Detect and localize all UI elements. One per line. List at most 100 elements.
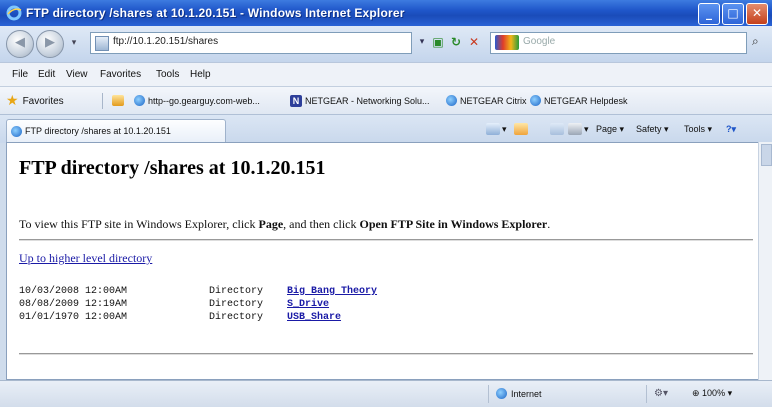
title-bar: FTP directory /shares at 10.1.20.151 - W… — [0, 0, 772, 26]
instruction-prefix: To view this FTP site in Windows Explore… — [19, 217, 259, 231]
help-icon[interactable]: ?▾ — [726, 124, 736, 135]
tools-menu[interactable]: Tools ▾ — [684, 124, 712, 135]
favorites-button[interactable]: ★ Favorites — [6, 92, 64, 110]
ie-page-icon — [530, 95, 541, 106]
add-favorite-icon[interactable] — [112, 95, 124, 106]
netgear-icon: N — [290, 95, 302, 107]
address-field[interactable]: ftp://10.1.20.151/shares — [90, 32, 412, 54]
scrollbar-thumb[interactable] — [761, 144, 772, 166]
entry-date: 08/08/2009 12:19AM — [19, 299, 128, 310]
menu-favorites[interactable]: Favorites — [100, 69, 141, 80]
favorite-link-label: NETGEAR - Networking Solu... — [305, 96, 430, 106]
home-dropdown[interactable]: ▾ — [502, 124, 507, 135]
ie-page-icon — [11, 126, 22, 137]
back-button[interactable]: ◀ — [6, 30, 34, 58]
list-item: 10/03/2008 12:00AM Directory Big Bang Theo… — [19, 285, 377, 298]
tab-row: FTP directory /shares at 10.1.20.151 ▾ ▾… — [0, 114, 772, 144]
search-icon[interactable]: ⌕ — [752, 34, 759, 49]
instruction-mid: , and then click — [283, 217, 360, 231]
security-zone[interactable]: Internet — [496, 388, 542, 399]
page-menu[interactable]: Page ▾ — [596, 124, 624, 135]
menu-help[interactable]: Help — [190, 69, 211, 80]
list-item: 08/08/2009 12:19AM Directory S_Drive — [19, 298, 377, 311]
zoom-level[interactable]: ⊕ 100% ▾ — [692, 388, 732, 399]
forward-button[interactable]: ▶ — [36, 30, 64, 58]
tab-title: FTP directory /shares at 10.1.20.151 — [25, 126, 171, 136]
menu-bar: File Edit View Favorites Tools Help — [0, 62, 772, 87]
minimize-icon: _ — [706, 6, 712, 20]
address-row: ◀ ▶ ▾ ftp://10.1.20.151/shares ▾ ▣ ↻ ✕ G… — [0, 26, 772, 62]
favorites-star-icon: ★ — [6, 93, 19, 109]
globe-icon — [496, 388, 507, 399]
favorites-bar: ★ Favorites http--go.gearguy.com-web... … — [0, 86, 772, 115]
favorite-link-netgear-helpdesk[interactable]: NETGEAR Helpdesk — [530, 95, 628, 106]
menu-edit[interactable]: Edit — [38, 69, 55, 80]
safety-menu[interactable]: Safety ▾ — [636, 124, 669, 135]
page-menu-label: Page — [596, 124, 618, 134]
refresh-icon[interactable]: ↻ — [448, 34, 464, 50]
maximize-button[interactable]: □ — [722, 3, 744, 25]
menu-view[interactable]: View — [66, 69, 88, 80]
window-title: FTP directory /shares at 10.1.20.151 - W… — [26, 6, 405, 20]
instruction-page: Page — [258, 217, 284, 231]
up-directory-link[interactable]: Up to higher level directory — [19, 251, 152, 266]
protected-mode-icon[interactable]: ⚙▾ — [654, 388, 668, 399]
entry-date: 01/01/1970 12:00AM — [19, 312, 128, 323]
safety-menu-label: Safety — [636, 124, 662, 134]
status-bar: Internet ⚙▾ ⊕ 100% ▾ — [0, 380, 772, 407]
instruction-suffix: . — [547, 217, 551, 231]
tools-menu-label: Tools — [684, 124, 706, 134]
vertical-scrollbar[interactable] — [758, 142, 772, 380]
stop-icon[interactable]: ✕ — [466, 34, 482, 50]
address-url: ftp://10.1.20.151/shares — [113, 36, 219, 47]
zoom-value: 100% — [702, 388, 726, 398]
page-title: FTP directory /shares at 10.1.20.151 — [19, 157, 326, 179]
page-icon — [95, 36, 109, 51]
instruction-open: Open FTP Site in Windows Explorer — [359, 217, 548, 231]
feeds-icon[interactable] — [514, 123, 528, 135]
search-placeholder: Google — [523, 36, 556, 47]
print-icon[interactable] — [568, 123, 582, 135]
entry-type: Directory — [209, 312, 264, 323]
favorite-link-label: NETGEAR Citrix — [460, 95, 527, 106]
minimize-button[interactable]: _ — [698, 3, 720, 25]
compatibility-icon[interactable]: ▣ — [430, 34, 446, 50]
google-logo-icon — [495, 35, 519, 50]
home-icon[interactable] — [486, 123, 500, 135]
ie-window: FTP directory /shares at 10.1.20.151 - W… — [0, 0, 772, 407]
entry-date: 10/03/2008 12:00AM — [19, 286, 128, 297]
divider — [19, 353, 753, 355]
search-field[interactable]: Google — [490, 32, 747, 54]
address-dropdown-button[interactable]: ▾ — [414, 34, 430, 50]
directory-listing: 10/03/2008 12:00AM Directory Big Bang Theo… — [19, 285, 377, 324]
favorite-link-netgear-citrix[interactable]: NETGEAR Citrix — [446, 95, 527, 106]
print-dropdown[interactable]: ▾ — [584, 124, 589, 135]
entry-type: Directory — [209, 286, 264, 297]
instruction-text: To view this FTP site in Windows Explore… — [19, 217, 550, 232]
read-mail-icon[interactable] — [550, 123, 564, 135]
entry-type: Directory — [209, 299, 264, 310]
ie-logo-icon — [6, 5, 22, 21]
ie-page-icon — [446, 95, 457, 106]
favorites-label: Favorites — [22, 95, 64, 107]
add-to-favorites-icon — [112, 95, 124, 106]
maximize-icon: □ — [727, 6, 739, 20]
entry-link[interactable]: Big Bang Theory — [287, 285, 377, 298]
favorite-link-netgear-networking[interactable]: N NETGEAR - Networking Solu... — [290, 95, 430, 107]
forward-arrow-icon: ▶ — [45, 35, 55, 50]
back-arrow-icon: ◀ — [15, 35, 25, 50]
divider — [19, 239, 753, 241]
close-button[interactable]: ✕ — [746, 3, 768, 25]
security-zone-label: Internet — [511, 388, 542, 399]
favorite-link-label: NETGEAR Helpdesk — [544, 95, 628, 106]
menu-tools[interactable]: Tools — [156, 69, 179, 80]
tab-ftp-directory[interactable]: FTP directory /shares at 10.1.20.151 — [6, 119, 226, 144]
menu-file[interactable]: File — [12, 69, 28, 80]
list-item: 01/01/1970 12:00AM Directory USB_Share — [19, 311, 377, 324]
favorite-link-gearguy[interactable]: http--go.gearguy.com-web... — [134, 95, 260, 106]
ie-page-icon — [134, 95, 145, 106]
entry-link[interactable]: S_Drive — [287, 298, 329, 311]
entry-link[interactable]: USB_Share — [287, 311, 341, 324]
recent-pages-dropdown[interactable]: ▾ — [66, 35, 82, 51]
favorite-link-label: http--go.gearguy.com-web... — [148, 95, 260, 106]
